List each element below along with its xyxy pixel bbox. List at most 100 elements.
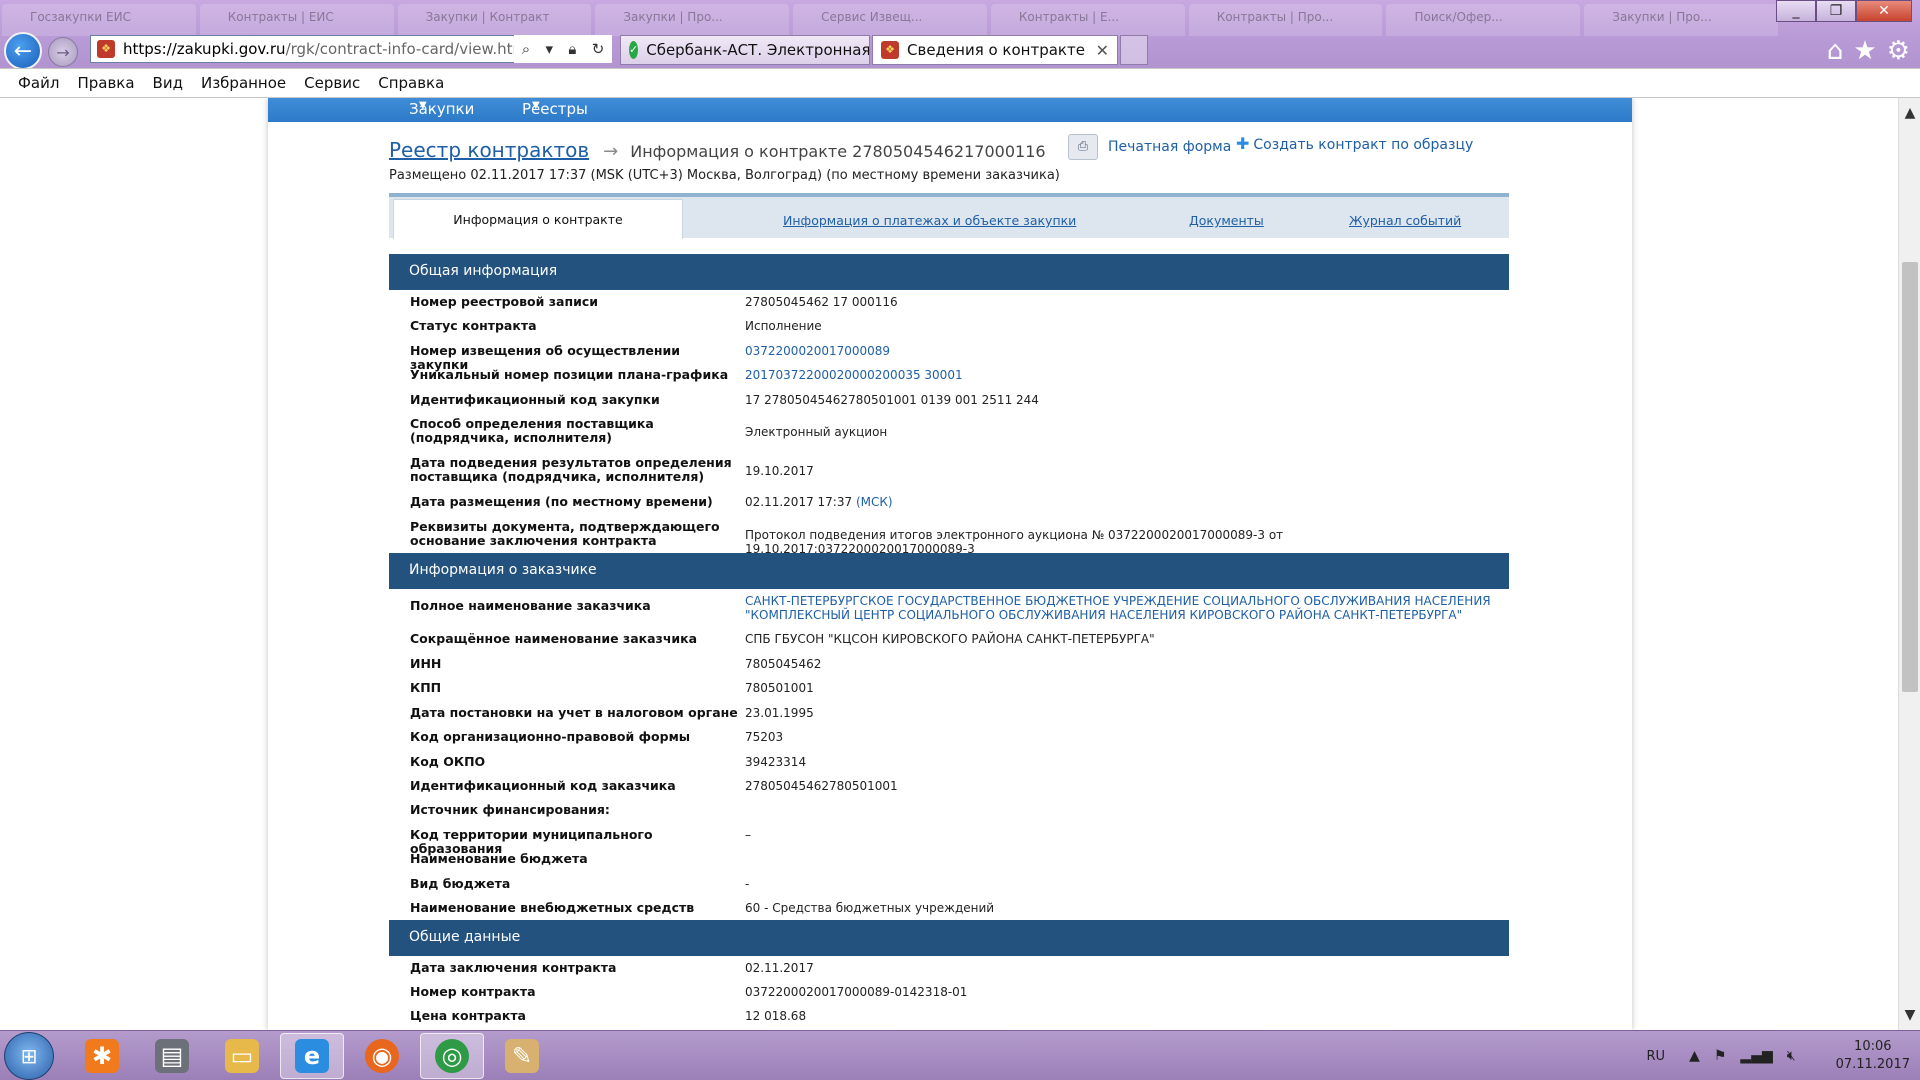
tab-payments[interactable]: Информация о платежах и объекте закупки (783, 213, 1076, 228)
arrow-right-icon: → (56, 42, 70, 62)
row-value: 02.11.2017 17:37 (МСК) (745, 495, 1505, 509)
close-tab-icon[interactable]: ✕ (1096, 41, 1109, 60)
row-label: Идентификационный код заказчика (410, 778, 676, 793)
taskbar-explorer[interactable]: ▭ (210, 1033, 274, 1079)
back-button[interactable]: ← (4, 32, 42, 70)
close-window-button[interactable]: ✕ (1856, 0, 1912, 22)
site-emblem-icon: ❖ (97, 40, 115, 58)
taskbar: ⊞ ✱ ▤ ▭ e ◉ ◎ ✎ RU ▲ ⚑ ▂▄▆ 🔇︎ 10:06 07.1… (0, 1030, 1920, 1080)
row-value: 23.01.1995 (745, 706, 814, 720)
row-value: 75203 (745, 730, 784, 744)
taskbar-paint[interactable]: ✎ (490, 1033, 554, 1079)
breadcrumb-registry-link[interactable]: Реестр контрактов (389, 138, 589, 162)
clock[interactable]: 10:06 07.11.2017 (1836, 1038, 1910, 1074)
row-label: Дата заключения контракта (410, 960, 617, 975)
row-value: Протокол подведения итогов электронного … (745, 528, 1284, 556)
notice-number-link[interactable]: 0372200020017000089 (745, 344, 1505, 358)
folder-icon: ▭ (225, 1039, 259, 1073)
tab-contract-info[interactable]: Информация о контракте (393, 199, 683, 239)
navigation-row: ← → ❖ https://zakupki.gov.ru/rgk/contrac… (0, 32, 1920, 70)
menu-item-help[interactable]: Справка (378, 74, 444, 92)
row-label: Источник финансирования: (410, 802, 610, 817)
print-form-link[interactable]: ⎙ Печатная форма (1068, 134, 1231, 160)
row-label: Дата постановки на учет в налоговом орга… (410, 705, 738, 720)
row-value: 7805045462 (745, 657, 822, 671)
new-tab-button[interactable] (1120, 35, 1148, 65)
row-label: КПП (410, 680, 442, 695)
tab-label: Сбербанк-АСТ. Электронная ... (646, 41, 870, 59)
row-value: – (745, 828, 751, 842)
taskbar-internet-explorer[interactable]: e (280, 1033, 344, 1079)
row-label: ИНН (410, 656, 442, 671)
tab-documents[interactable]: Документы (1189, 213, 1264, 228)
row-label: Статус контракта (410, 318, 537, 333)
menu-item-edit[interactable]: Правка (77, 74, 134, 92)
row-label: Дата подведения результатов определения … (410, 455, 732, 484)
customer-full-name-link[interactable]: САНКТ-ПЕТЕРБУРГСКОЕ ГОСУДАРСТВЕННОЕ БЮДЖ… (745, 594, 1505, 622)
row-label: Вид бюджета (410, 876, 511, 891)
row-value: 17 27805045462780501001 0139 001 2511 24… (745, 393, 1039, 407)
forward-button[interactable]: → (48, 37, 78, 67)
published-info: Размещено 02.11.2017 17:37 (MSK (UTC+3) … (389, 168, 1060, 183)
vertical-scrollbar[interactable]: ▲ ▼ (1898, 98, 1920, 1030)
section-header-common: Общие данные (389, 920, 1509, 956)
firefox-icon: ◉ (365, 1039, 399, 1073)
network-signal-icon[interactable]: ▂▄▆ (1740, 1048, 1772, 1064)
scroll-thumb[interactable] (1902, 262, 1918, 692)
printer-icon: ⎙ (1068, 134, 1098, 160)
settings-gear-icon[interactable]: ⚙ (1887, 36, 1910, 66)
contract-price: 12 018.68 (745, 1009, 807, 1023)
taskbar-app-1[interactable]: ✱ (70, 1033, 134, 1079)
row-label: Номер контракта (410, 984, 536, 999)
create-contract-link[interactable]: ✚ Создать контракт по образцу (1236, 134, 1473, 153)
language-indicator[interactable]: RU (1647, 1049, 1666, 1064)
row-value: 60 - Средства бюджетных учреждений (745, 901, 995, 915)
browser-chrome: Госзакупки ЕИС Контракты | ЕИС Закупки |… (0, 0, 1920, 98)
search-icon[interactable]: ⌕ (522, 40, 530, 58)
sberbank-icon: ✓ (629, 41, 639, 59)
plus-icon: ✚ (1236, 134, 1250, 153)
tab-event-log[interactable]: Журнал событий (1349, 213, 1461, 228)
row-label: Идентификационный код закупки (410, 392, 660, 407)
volume-muted-icon[interactable]: 🔇︎ (1787, 1048, 1796, 1064)
address-tools: ⌕ ▾ 🔒︎ ↻ (514, 35, 612, 63)
refresh-icon[interactable]: ↻ (592, 40, 605, 58)
publish-date: 02.11.2017 17:37 (745, 495, 853, 509)
dropdown-arrow-icon[interactable]: ▾ (545, 40, 553, 58)
section-header-general: Общая информация (389, 254, 1509, 290)
menu-item-tools[interactable]: Сервис (304, 74, 360, 92)
page-viewport: Закупки ▼ Реестры ▼ Реестр контрактов → Ин… (0, 98, 1898, 1030)
tab-sberbank-ast[interactable]: ✓ Сбербанк-АСТ. Электронная ... (620, 35, 870, 65)
menu-item-favorites[interactable]: Избранное (201, 74, 286, 92)
menu-item-file[interactable]: Файл (18, 74, 59, 92)
plan-schedule-link[interactable]: 20170372200020000200035 30001 (745, 368, 1505, 382)
tab-contract-info[interactable]: ❖ Сведения о контракте ✕ (872, 35, 1118, 65)
favorites-star-icon[interactable]: ★ (1853, 36, 1876, 66)
row-value: 39423314 (745, 755, 807, 769)
minimize-button[interactable]: _ (1776, 0, 1816, 22)
taskbar-firefox[interactable]: ◉ (350, 1033, 414, 1079)
taskbar-chrome[interactable]: ◎ (420, 1033, 484, 1079)
row-value: 27805045462780501001 (745, 779, 898, 793)
show-hidden-icons-icon[interactable]: ▲ (1689, 1048, 1700, 1064)
row-value: 27805045462 17 000116 (745, 295, 898, 309)
menu-item-view[interactable]: Вид (153, 74, 183, 92)
row-label: Дата размещения (по местному времени) (410, 494, 713, 509)
site-emblem-icon: ❖ (881, 41, 899, 59)
scroll-up-icon[interactable]: ▲ (1899, 102, 1920, 124)
scroll-down-icon[interactable]: ▼ (1899, 1004, 1920, 1026)
timezone-link[interactable]: (МСК) (856, 495, 893, 509)
action-center-flag-icon[interactable]: ⚑ (1714, 1048, 1727, 1064)
row-label: Цена контракта (410, 1008, 526, 1023)
row-value: 19.10.2017 (745, 464, 814, 478)
app-icon: ✱ (85, 1039, 119, 1073)
maximize-button[interactable]: ❐ (1816, 0, 1856, 22)
start-button[interactable]: ⊞ (4, 1032, 54, 1080)
lock-icon[interactable]: 🔒︎ (568, 40, 576, 58)
caret-down-icon: ▼ (532, 100, 540, 111)
home-icon[interactable]: ⌂ (1827, 36, 1844, 66)
paint-palette-icon: ✎ (505, 1039, 539, 1073)
print-form-label: Печатная форма (1108, 139, 1232, 155)
row-value: Электронный аукцион (745, 425, 888, 439)
taskbar-scanner[interactable]: ▤ (140, 1033, 204, 1079)
